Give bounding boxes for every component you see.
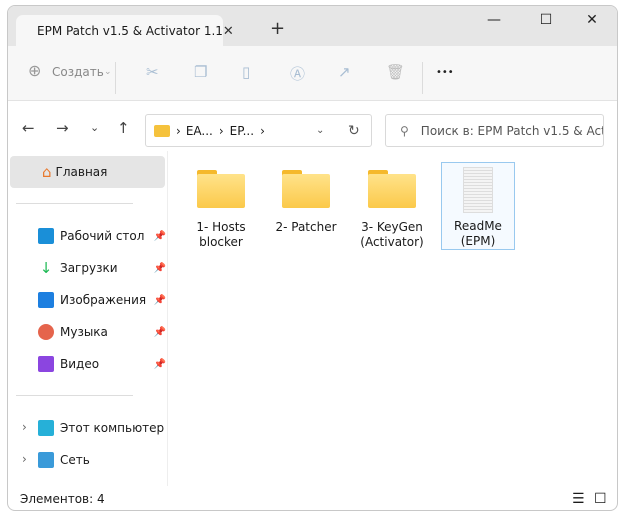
expand-chevron-icon[interactable]: › — [22, 452, 27, 466]
expand-chevron-icon[interactable]: › — [22, 420, 27, 434]
folder-item[interactable]: 2- Patcher — [270, 164, 342, 235]
breadcrumb-segment[interactable]: EA... — [186, 124, 213, 138]
music-icon — [38, 324, 54, 340]
tab-epm[interactable]: EPM Patch v1.5 & Activator 1.1 ✕ — [16, 15, 234, 47]
minimize-button[interactable]: — — [472, 12, 516, 28]
computer-icon — [38, 420, 54, 436]
tab-title: EPM Patch v1.5 & Activator 1.1 — [37, 24, 223, 38]
breadcrumb-segment[interactable]: EP... — [230, 124, 254, 138]
file-item-selected[interactable]: ReadMe (EPM) — [441, 162, 515, 250]
explorer-window: EPM Patch v1.5 & Activator 1.1 ✕ + — ☐ ✕… — [7, 5, 618, 511]
folder-icon — [197, 170, 245, 208]
refresh-icon[interactable]: ↻ — [348, 123, 360, 139]
item-count: Элементов: 4 — [20, 492, 105, 506]
sidebar-item-desktop[interactable]: Рабочий стол 📌 — [38, 225, 166, 247]
home-icon: ⌂ — [42, 163, 52, 181]
address-row: ← → ⌄ ↑ › EA... › EP... › ⌄ ↻ ⚲ Поиск в:… — [8, 101, 617, 151]
sidebar-item-this-pc[interactable]: Этот компьютер — [38, 417, 166, 439]
pin-icon: 📌 — [153, 326, 166, 338]
rename-icon[interactable]: Ⓐ — [290, 63, 305, 84]
folder-item[interactable]: 1- Hosts blocker — [185, 164, 257, 250]
navigation-pane: ⌂ Главная Рабочий стол 📌 ↓ Загрузки 📌 Изобр… — [8, 151, 168, 486]
close-button[interactable]: ✕ — [570, 12, 614, 28]
desktop-icon — [38, 228, 54, 244]
pin-icon: 📌 — [153, 230, 166, 242]
command-bar: ⊕ Создать ⌄ ✂ ❐ ▯ Ⓐ ↗ 🗑 ••• — [8, 46, 617, 101]
paste-icon[interactable]: ▯ — [242, 63, 250, 81]
sidebar-item-videos[interactable]: Видео 📌 — [38, 353, 166, 375]
sidebar-item-pictures[interactable]: Изображения 📌 — [38, 289, 166, 311]
sidebar-item-music[interactable]: Музыка 📌 — [38, 321, 166, 343]
tab-bar: EPM Patch v1.5 & Activator 1.1 ✕ + — ☐ ✕ — [8, 6, 617, 47]
search-icon: ⚲ — [400, 123, 409, 138]
cut-icon[interactable]: ✂ — [146, 63, 159, 81]
back-icon[interactable]: ← — [22, 119, 35, 137]
up-icon[interactable]: ↑ — [117, 119, 130, 137]
download-icon: ↓ — [39, 259, 53, 277]
share-icon[interactable]: ↗ — [338, 63, 351, 81]
sidebar-item-downloads[interactable]: ↓ Загрузки 📌 — [38, 257, 166, 279]
tiles-view-icon[interactable]: ☐ — [594, 491, 607, 507]
history-chevron-icon[interactable]: ⌄ — [316, 125, 324, 136]
sidebar-item-network[interactable]: Сеть — [38, 449, 166, 471]
maximize-button[interactable]: ☐ — [524, 12, 568, 28]
video-icon — [38, 356, 54, 372]
pin-icon: 📌 — [153, 294, 166, 306]
plus-circle-icon: ⊕ — [28, 61, 42, 80]
pin-icon: 📌 — [153, 262, 166, 274]
status-bar: Элементов: 4 ☰ ☐ — [8, 486, 617, 510]
more-button[interactable]: ••• — [436, 67, 454, 78]
create-button[interactable]: Создать — [52, 65, 104, 79]
folder-icon — [368, 170, 416, 208]
recent-chevron-icon[interactable]: ⌄ — [90, 121, 99, 134]
text-file-icon — [463, 167, 493, 213]
sidebar-item-home[interactable]: ⌂ Главная — [10, 156, 165, 188]
copy-icon[interactable]: ❐ — [194, 63, 207, 81]
chevron-down-icon: ⌄ — [104, 67, 112, 77]
folder-item[interactable]: 3- KeyGen (Activator) — [356, 164, 428, 250]
network-icon — [38, 452, 54, 468]
new-tab-button[interactable]: + — [270, 18, 285, 39]
delete-icon[interactable]: 🗑 — [386, 63, 405, 81]
pictures-icon — [38, 292, 54, 308]
close-tab-icon[interactable]: ✕ — [223, 24, 234, 39]
search-input[interactable]: ⚲ Поиск в: EPM Patch v1.5 & Acti... — [385, 114, 604, 147]
folder-icon — [282, 170, 330, 208]
details-view-icon[interactable]: ☰ — [572, 491, 585, 507]
folder-zip-icon — [154, 124, 170, 137]
forward-icon[interactable]: → — [56, 119, 69, 137]
pin-icon: 📌 — [153, 358, 166, 370]
address-bar[interactable]: › EA... › EP... › ⌄ ↻ — [145, 114, 372, 147]
